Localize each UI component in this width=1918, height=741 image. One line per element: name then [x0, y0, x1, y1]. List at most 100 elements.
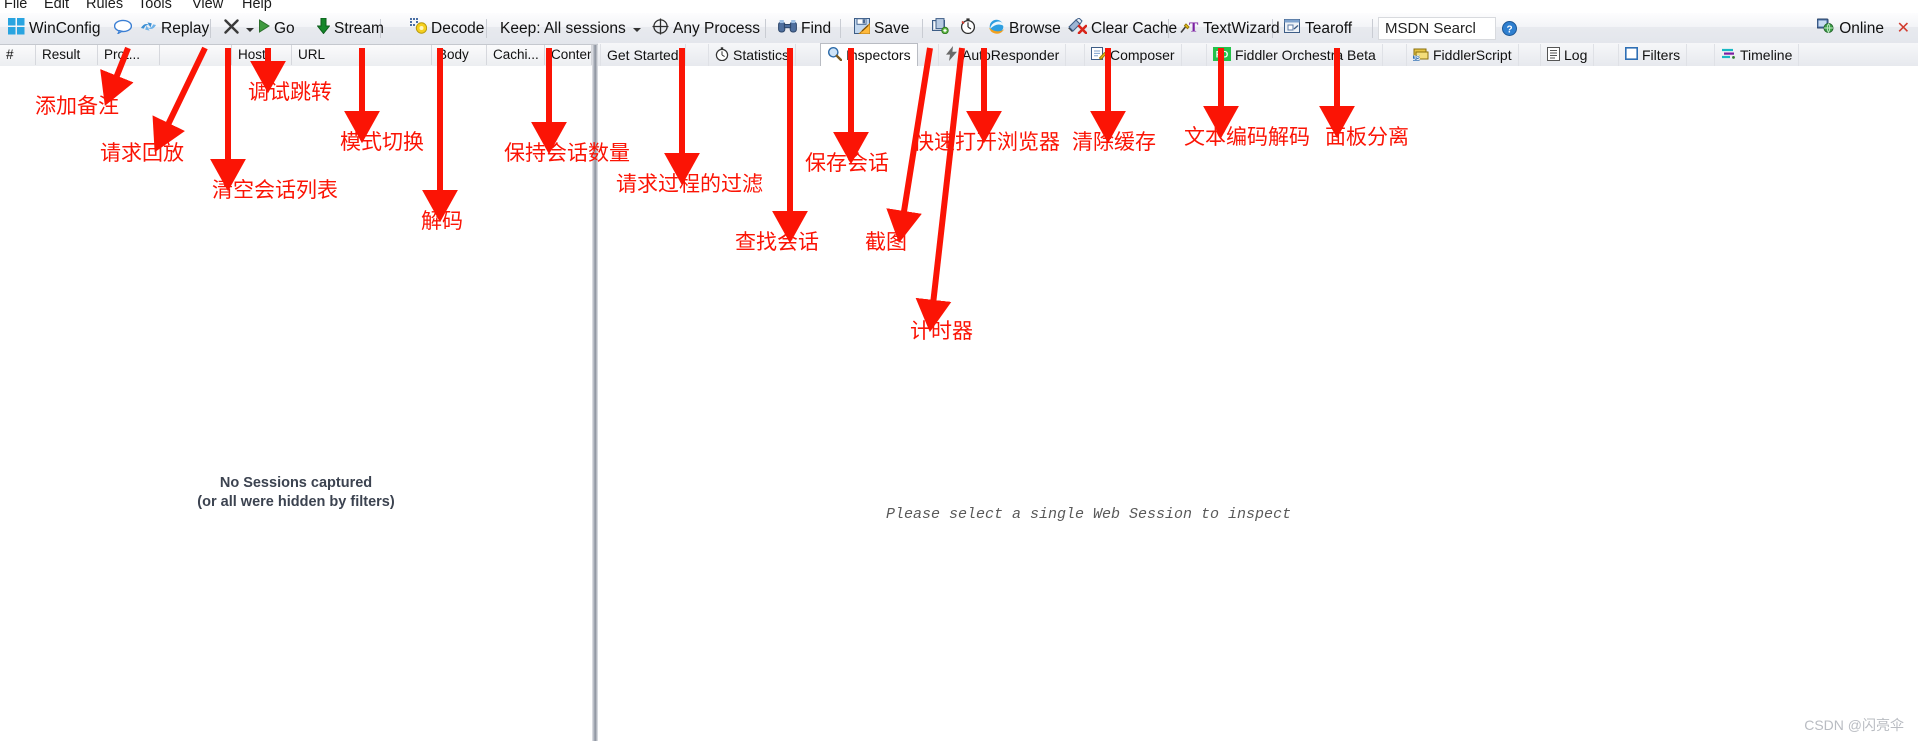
- tab-inspectors-label: Inspectors: [846, 47, 911, 63]
- clear-cache-button[interactable]: Clear Cache: [1066, 13, 1179, 44]
- decode-grid-icon: [410, 18, 428, 39]
- winconfig-button-label: WinConfig: [29, 20, 101, 37]
- replay-button-label: Replay: [161, 20, 210, 37]
- find-button-label: Find: [801, 20, 832, 37]
- go-button-label: Go: [274, 20, 295, 37]
- tab-fiddler-orchestra-label: Fiddler Orchestra Beta: [1235, 47, 1376, 63]
- column-header-host[interactable]: Host: [232, 45, 292, 65]
- keep-sessions-dropdown[interactable]: Keep: All sessions: [498, 13, 643, 44]
- help-circle-icon[interactable]: ?: [1502, 21, 1517, 41]
- chevron-down-icon[interactable]: [632, 27, 641, 32]
- tab-filters-label: Filters: [1642, 47, 1681, 63]
- tab-get-started[interactable]: Get Started: [600, 44, 686, 66]
- keep-sessions-dropdown-label: Keep: All sessions: [500, 20, 626, 37]
- screenshot-button[interactable]: [930, 13, 951, 44]
- stream-button[interactable]: Stream: [315, 13, 386, 44]
- session-list-header: #ResultProt... HostURLBodyCachi...Content…: [0, 45, 592, 67]
- column-header[interactable]: [160, 45, 232, 65]
- toolbar-separator: [765, 19, 766, 38]
- menu-item-tools[interactable]: Tools: [138, 0, 172, 13]
- tab-composer[interactable]: Composer: [1084, 44, 1182, 66]
- main-toolbar: Online ✕ WinConfig Replay Go Stream Decode Ke…: [0, 13, 1918, 45]
- inspector-pane[interactable]: Please select a single Web Session to in…: [598, 66, 1918, 741]
- clear-cache-button-label: Clear Cache: [1091, 20, 1178, 37]
- chevron-down-icon[interactable]: [246, 27, 254, 32]
- tab-inspectors[interactable]: Inspectors: [820, 43, 918, 66]
- comment-bubble-icon: [113, 19, 133, 39]
- column-header-cachi[interactable]: Cachi...: [487, 45, 545, 65]
- tab-timeline[interactable]: Timeline: [1714, 44, 1800, 66]
- empty-sessions-line2: (or all were hidden by filters): [197, 494, 395, 510]
- tab-statistics[interactable]: Statistics: [708, 44, 797, 66]
- replay-button[interactable]: Replay: [138, 13, 211, 44]
- menu-item-edit[interactable]: Edit: [44, 0, 69, 13]
- tab-autoresponder-label: AutoResponder: [962, 47, 1060, 63]
- tab-fiddler-orchestra[interactable]: FO Fiddler Orchestra Beta: [1206, 44, 1383, 66]
- network-globe-icon: [1816, 18, 1834, 39]
- timeline-bars-icon: [1721, 47, 1736, 63]
- menu-bar: File Edit Rules Tools View Help: [0, 0, 1918, 13]
- empty-sessions-message: No Sessions captured (or all were hidden…: [0, 474, 592, 512]
- tab-log-label: Log: [1564, 47, 1588, 63]
- svg-text:JS: JS: [1413, 55, 1420, 60]
- replay-arrows-icon: [140, 19, 157, 39]
- add-comment-button[interactable]: [112, 13, 134, 44]
- menu-item-view[interactable]: View: [192, 0, 223, 13]
- tab-composer-label: Composer: [1110, 47, 1175, 63]
- tab-fiddlerscript[interactable]: JS FiddlerScript: [1406, 44, 1519, 66]
- tab-get-started-label: Get Started: [607, 47, 679, 63]
- empty-sessions-line1: No Sessions captured: [219, 475, 373, 491]
- save-button[interactable]: Save: [852, 13, 911, 44]
- column-header-body[interactable]: Body: [432, 45, 487, 65]
- save-button-label: Save: [874, 20, 910, 37]
- svg-text:?: ?: [1506, 24, 1512, 35]
- tab-log[interactable]: Log: [1540, 44, 1595, 66]
- column-header-[interactable]: #: [0, 45, 36, 65]
- inspector-tab-strip: Get Started Statistics Inspectors AutoRespo…: [598, 43, 1918, 67]
- browse-button[interactable]: Browse: [986, 13, 1078, 44]
- fo-badge-icon: FO: [1213, 46, 1231, 64]
- textwizard-button-label: TextWizard: [1203, 20, 1280, 37]
- stopwatch-icon: [715, 46, 729, 64]
- column-header-content[interactable]: Content-: [545, 45, 592, 65]
- close-window-button[interactable]: ✕: [1897, 13, 1910, 44]
- decode-button[interactable]: Decode: [408, 13, 486, 44]
- column-header-url[interactable]: URL: [292, 45, 432, 65]
- find-button[interactable]: Find: [776, 13, 833, 44]
- log-list-icon: [1547, 46, 1560, 64]
- go-button[interactable]: Go: [256, 13, 297, 44]
- windows-logo-icon: [8, 17, 25, 40]
- winconfig-button[interactable]: WinConfig: [6, 13, 103, 44]
- session-list-pane[interactable]: No Sessions captured (or all were hidden…: [0, 66, 592, 741]
- column-header-prot[interactable]: Prot...: [98, 45, 160, 65]
- msdn-search-input[interactable]: MSDN Searcl: [1378, 17, 1496, 40]
- menu-item-rules[interactable]: Rules: [86, 0, 123, 13]
- menu-item-file[interactable]: File: [4, 0, 27, 13]
- internet-explorer-icon: [988, 18, 1005, 39]
- any-process-button-label: Any Process: [673, 20, 761, 37]
- tab-statistics-label: Statistics: [733, 47, 790, 63]
- menu-item-help[interactable]: Help: [242, 0, 272, 13]
- textwizard-button[interactable]: T TextWizard: [1178, 13, 1282, 44]
- svg-text:FO: FO: [1216, 49, 1229, 59]
- tab-fiddlerscript-label: FiddlerScript: [1433, 47, 1512, 63]
- timer-button[interactable]: [958, 13, 978, 44]
- any-process-button[interactable]: Any Process: [650, 13, 762, 44]
- compose-pencil-icon: [1091, 46, 1107, 64]
- clear-cache-icon: [1068, 17, 1088, 39]
- tab-filters[interactable]: Filters: [1618, 44, 1688, 66]
- online-status-button[interactable]: Online: [1816, 13, 1884, 44]
- remove-sessions-button[interactable]: [222, 13, 256, 44]
- fiddler-window: File Edit Rules Tools View Help Online ✕ WinC…: [0, 0, 1918, 741]
- filter-square-icon: [1625, 47, 1638, 63]
- tearoff-button-label: Tearoff: [1305, 20, 1353, 37]
- down-arrow-icon: [316, 17, 331, 39]
- tearoff-panel-icon: [1284, 18, 1301, 39]
- save-disk-icon: [854, 18, 871, 39]
- online-status-label: Online: [1839, 19, 1884, 37]
- tearoff-button[interactable]: Tearoff: [1282, 13, 1354, 44]
- column-header-result[interactable]: Result: [36, 45, 98, 65]
- tab-autoresponder[interactable]: AutoResponder: [938, 44, 1067, 66]
- toolbar-separator: [922, 19, 923, 38]
- binoculars-icon: [778, 19, 797, 39]
